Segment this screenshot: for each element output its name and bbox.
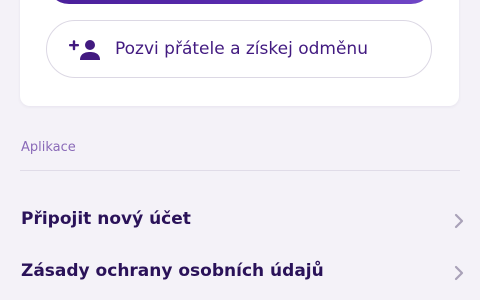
list-item-connect-account[interactable]: Připojit nový účet [20, 207, 465, 237]
add-person-icon [69, 38, 103, 62]
chevron-right-icon [453, 264, 465, 282]
list-item-privacy-policy[interactable]: Zásady ochrany osobních údajů [20, 259, 465, 289]
account-card: Pozvi přátele a získej odměnu [20, 0, 459, 106]
invite-friends-label: Pozvi přátele a získej odměnu [115, 39, 368, 59]
section-divider [20, 170, 460, 171]
invite-friends-button[interactable]: Pozvi přátele a získej odměnu [46, 20, 432, 78]
list-item-label: Zásady ochrany osobních údajů [21, 261, 324, 281]
primary-button[interactable] [47, 0, 433, 4]
chevron-right-icon [453, 212, 465, 230]
list-item-label: Připojit nový účet [21, 209, 191, 229]
section-title: Aplikace [21, 140, 76, 155]
